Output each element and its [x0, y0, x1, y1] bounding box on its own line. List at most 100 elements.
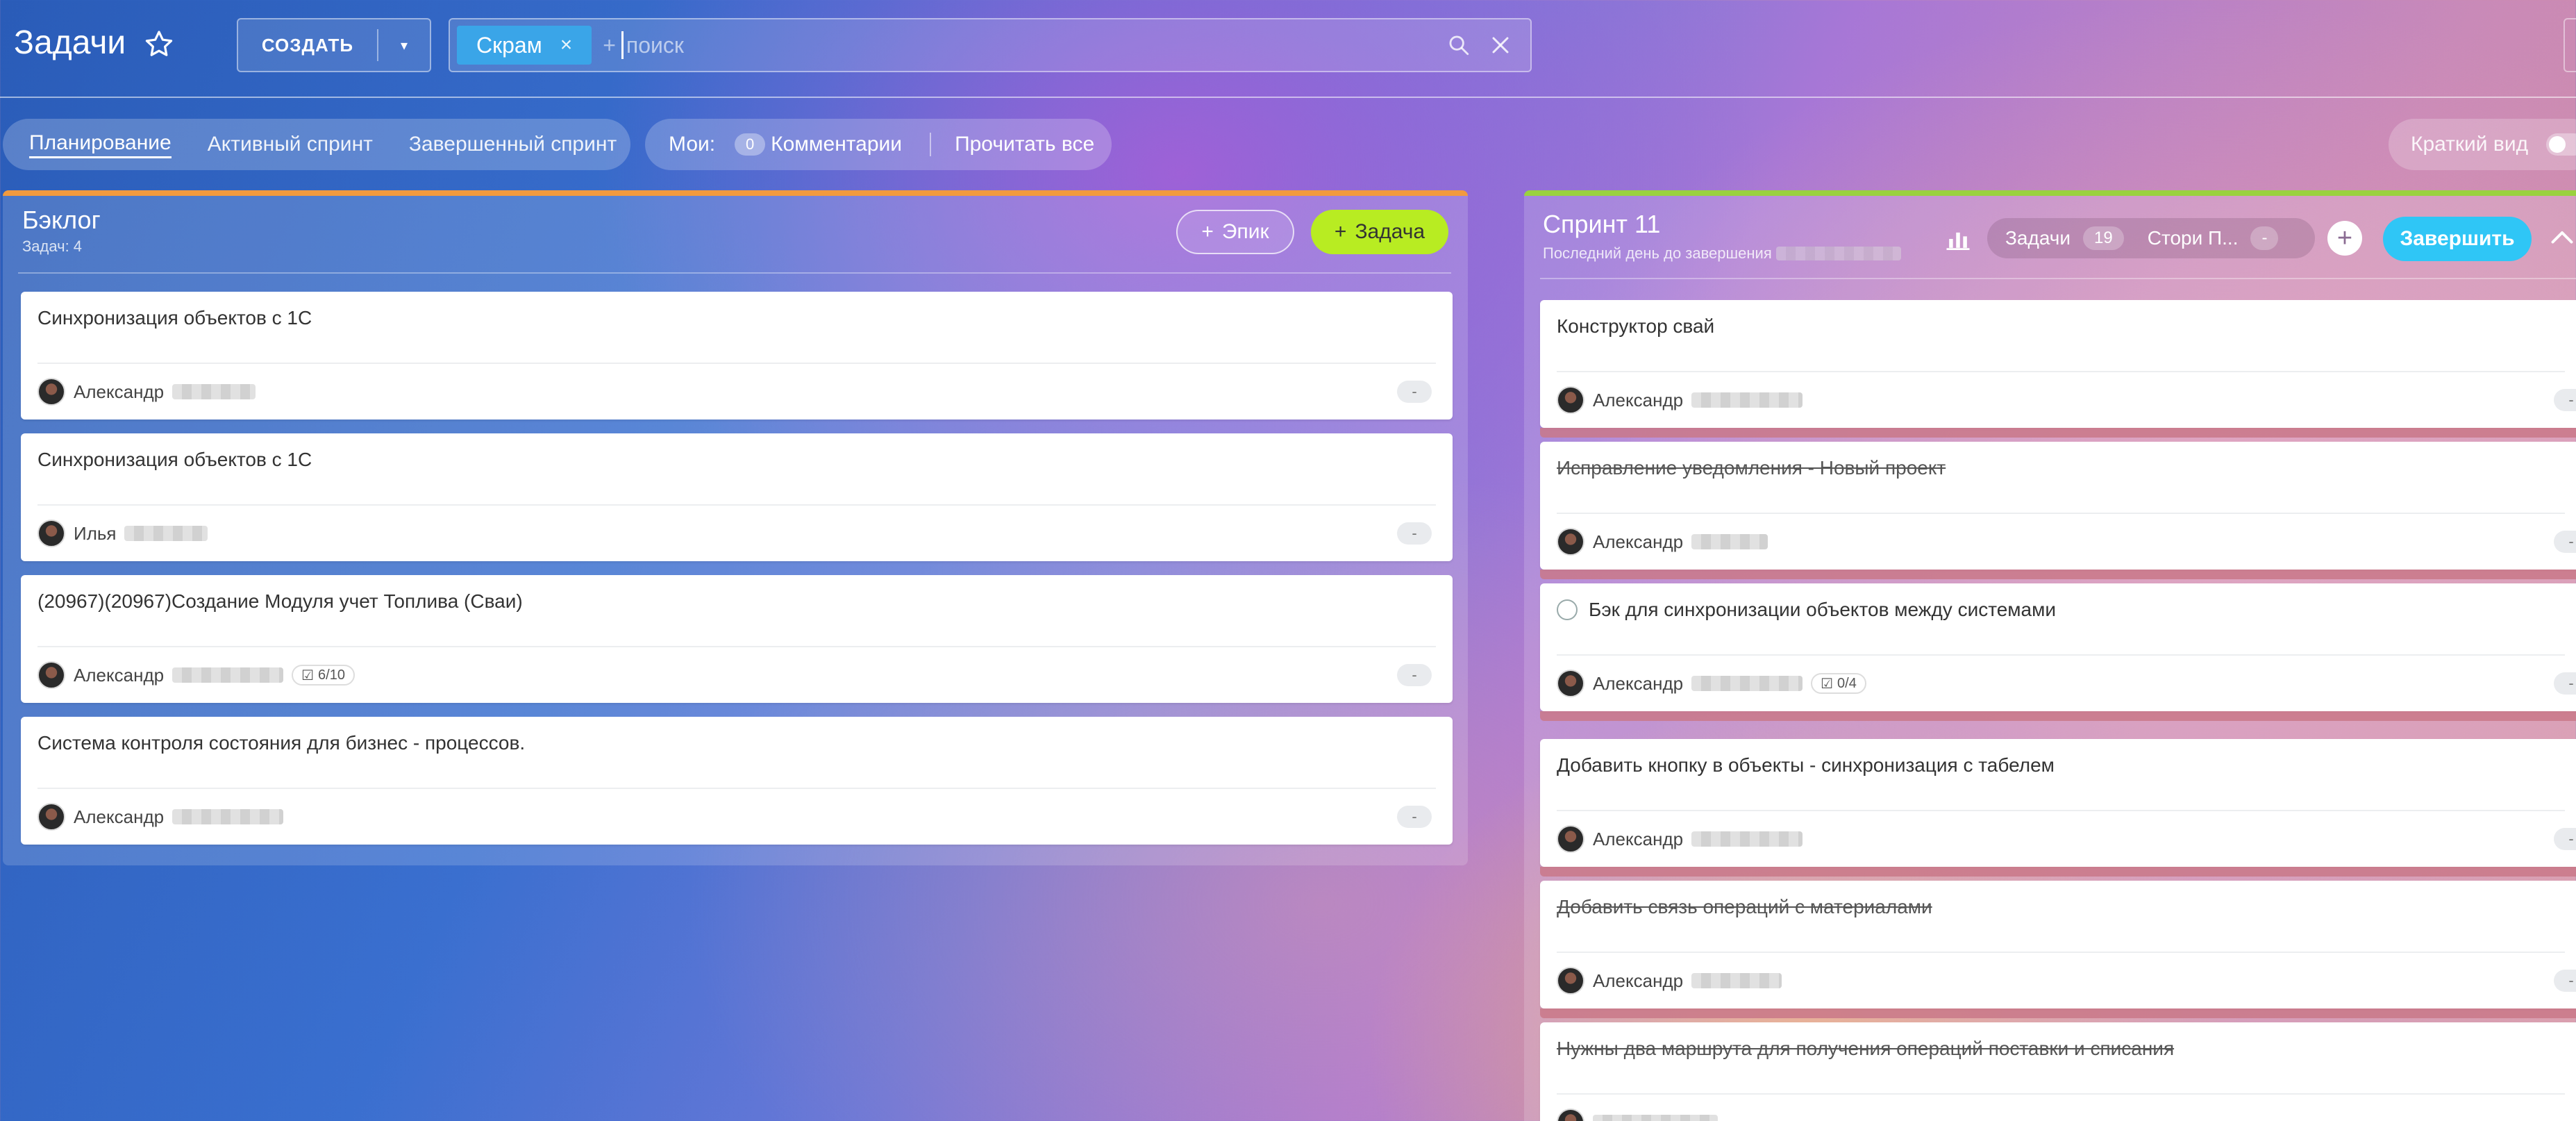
card-status-stripe	[1540, 570, 2576, 579]
task-title[interactable]: Добавить связь операций с материалами	[1557, 896, 1932, 918]
close-icon[interactable]: ×	[560, 33, 573, 57]
tab-active-sprint[interactable]: Активный спринт	[208, 133, 373, 156]
task-title[interactable]: Бэк для синхронизации объектов между сис…	[1557, 599, 2056, 622]
story-points-badge[interactable]: -	[1397, 806, 1432, 828]
task-card[interactable]: (20967)(20967)Создание Модуля учет Топли…	[21, 575, 1453, 703]
task-title[interactable]: Добавить кнопку в объекты - синхронизаци…	[1557, 754, 2055, 777]
story-points-badge[interactable]: -	[2554, 672, 2576, 695]
story-points-badge[interactable]: -	[2554, 389, 2576, 411]
avatar[interactable]	[1557, 528, 1584, 556]
task-title[interactable]: Исправление уведомления - Новый проект	[1557, 457, 1946, 479]
search-input[interactable]: поиск	[621, 31, 1447, 59]
chart-icon[interactable]	[1943, 224, 1973, 254]
assignee-name[interactable]: Александр	[1593, 970, 1683, 992]
tab-completed-sprint[interactable]: Завершенный спринт	[409, 133, 617, 156]
story-points-badge[interactable]: -	[2554, 828, 2576, 850]
task-card[interactable]: Синхронизация объектов с 1С Александр -	[21, 292, 1453, 420]
search-bar[interactable]: Скрам × + поиск	[449, 18, 1532, 72]
task-footer: Александр	[1557, 386, 1803, 414]
story-points-badge[interactable]: -	[1397, 522, 1432, 545]
story-points-badge[interactable]: -	[2554, 531, 2576, 553]
header-divider	[0, 97, 2576, 98]
task-title[interactable]: (20967)(20967)Создание Модуля учет Топли…	[37, 590, 523, 613]
add-task-label: Задача	[1355, 220, 1425, 243]
search-icon[interactable]	[1447, 33, 1471, 57]
chevron-down-icon[interactable]: ▾	[378, 19, 430, 71]
task-title[interactable]: Система контроля состояния для бизнес - …	[37, 732, 525, 754]
task-card[interactable]: Бэк для синхронизации объектов между сис…	[1540, 583, 2576, 721]
task-card[interactable]: Система контроля состояния для бизнес - …	[21, 717, 1453, 845]
blurred-surname	[1691, 534, 1768, 549]
sprint-deadline: Последний день до завершения	[1543, 244, 1901, 263]
create-button[interactable]: СОЗДАТЬ ▾	[237, 18, 431, 72]
compact-view-control[interactable]: Краткий вид	[2389, 119, 2576, 170]
star-icon[interactable]	[142, 28, 176, 61]
assignee-name[interactable]: Александр	[74, 806, 164, 828]
divider	[930, 133, 932, 156]
story-points-label: Стори П...	[2147, 227, 2239, 249]
story-points-badge[interactable]: -	[1397, 664, 1432, 686]
add-filter-plus[interactable]: +	[603, 33, 616, 58]
avatar[interactable]	[37, 803, 65, 831]
comments-link[interactable]: Комментарии	[771, 133, 902, 156]
task-title[interactable]: Синхронизация объектов с 1С	[37, 449, 312, 471]
task-card[interactable]: Добавить связь операций с материалами Ал…	[1540, 881, 2576, 1018]
checklist-badge[interactable]: ☑ 0/4	[1811, 673, 1866, 694]
avatar[interactable]	[37, 520, 65, 547]
avatar[interactable]	[1557, 1108, 1584, 1121]
task-card[interactable]: Нужны два маршрута для получения операци…	[1540, 1022, 2576, 1121]
subtasks-icon[interactable]	[1557, 599, 1578, 620]
task-card[interactable]: Конструктор свай Александр -	[1540, 300, 2576, 438]
assignee-name[interactable]: Александр	[1593, 531, 1683, 553]
create-button-label[interactable]: СОЗДАТЬ	[238, 19, 377, 71]
blurred-surname	[172, 384, 256, 399]
card-divider	[37, 788, 1436, 789]
assignee-name[interactable]: Александр	[1593, 673, 1683, 695]
avatar[interactable]	[37, 661, 65, 689]
checklist-badge[interactable]: ☑ 6/10	[292, 665, 355, 686]
avatar[interactable]	[37, 378, 65, 406]
header-edge-button[interactable]	[2564, 18, 2576, 72]
card-divider	[37, 504, 1436, 506]
avatar[interactable]	[1557, 386, 1584, 414]
task-title[interactable]: Нужны два маршрута для получения операци…	[1557, 1038, 2174, 1060]
story-points-badge[interactable]: -	[2554, 970, 2576, 992]
card-divider	[37, 646, 1436, 647]
assignee-name[interactable]: Александр	[1593, 390, 1683, 411]
read-all-button[interactable]: Прочитать все	[955, 133, 1094, 156]
task-card[interactable]: Добавить кнопку в объекты - синхронизаци…	[1540, 739, 2576, 877]
assignee-name[interactable]: Александр	[1593, 829, 1683, 850]
assignee-name[interactable]: Александр	[74, 381, 164, 403]
task-card[interactable]: Исправление уведомления - Новый проект А…	[1540, 442, 2576, 579]
backlog-divider	[18, 272, 1451, 274]
comments-count-badge[interactable]: 0	[735, 133, 766, 156]
compact-view-toggle[interactable]	[2546, 133, 2576, 156]
add-epic-label: Эпик	[1221, 220, 1269, 243]
add-task-button[interactable]: + Задача	[1311, 210, 1448, 254]
avatar[interactable]	[1557, 967, 1584, 995]
task-title-text: Бэк для синхронизации объектов между сис…	[1589, 599, 2057, 620]
sprint-title[interactable]: Спринт 11	[1543, 210, 1660, 239]
avatar[interactable]	[1557, 825, 1584, 853]
card-divider	[37, 363, 1436, 364]
clear-icon[interactable]	[1490, 35, 1511, 56]
card-divider	[1557, 1093, 2565, 1095]
task-footer: Александр ☑ 6/10	[37, 661, 355, 689]
filter-chip[interactable]: Скрам ×	[457, 26, 592, 65]
chevron-up-icon[interactable]	[2550, 226, 2575, 247]
story-points-badge[interactable]: -	[1397, 381, 1432, 403]
task-card[interactable]: Синхронизация объектов с 1С Илья -	[21, 433, 1453, 561]
sprint-tasks-label: Задачи	[2005, 227, 2071, 249]
assignee-name[interactable]: Илья	[74, 523, 116, 545]
task-footer: Александр	[1557, 528, 1768, 556]
task-title[interactable]: Конструктор свай	[1557, 315, 1714, 338]
task-title[interactable]: Синхронизация объектов с 1С	[37, 307, 312, 329]
assignee-name[interactable]: Александр	[74, 665, 164, 686]
task-footer: Илья	[37, 520, 208, 547]
plus-icon: +	[1201, 220, 1214, 243]
add-epic-button[interactable]: + Эпик	[1176, 210, 1294, 254]
add-sprint-task-button[interactable]: +	[2327, 221, 2362, 256]
avatar[interactable]	[1557, 670, 1584, 697]
finish-sprint-button[interactable]: Завершить	[2383, 217, 2532, 261]
tab-planning[interactable]: Планирование	[29, 131, 172, 158]
